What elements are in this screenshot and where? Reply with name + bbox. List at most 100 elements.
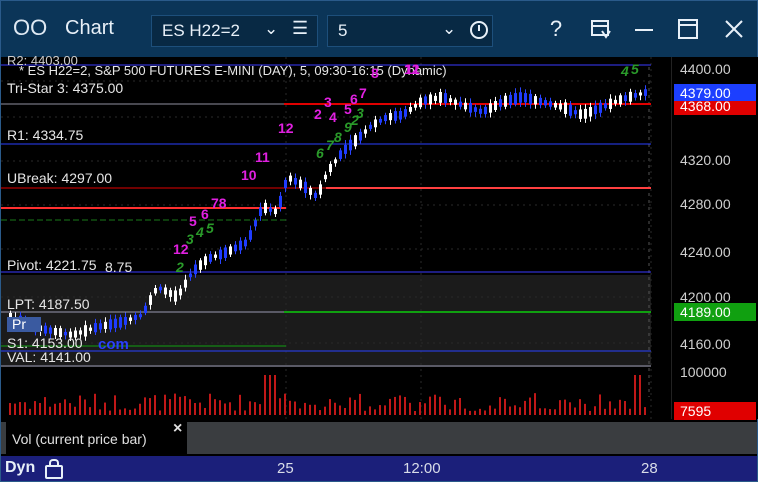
volume-bar	[134, 408, 136, 415]
candle-body	[284, 179, 287, 189]
green-count-marker: 8	[334, 129, 342, 145]
volume-bar	[129, 409, 131, 415]
magenta-count-marker: 11	[255, 149, 270, 165]
magenta-count-marker: 4	[329, 109, 337, 125]
candle-body	[339, 150, 342, 159]
help-icon[interactable]: ?	[541, 15, 571, 43]
volume-bar	[569, 402, 571, 415]
level-label-r1: R1: 4334.75	[7, 127, 84, 143]
volume-bar	[464, 408, 466, 415]
window-title: Chart	[65, 17, 114, 39]
candle-body	[604, 103, 607, 109]
candle-body	[469, 102, 472, 113]
green-count-marker: 5	[631, 61, 639, 77]
price-axis[interactable]: 4400.00 4379.00 4368.00 4320.00 4280.00 …	[671, 57, 758, 420]
volume-bar	[64, 399, 66, 415]
close-icon[interactable]	[719, 15, 749, 43]
volume-bar	[159, 410, 161, 415]
candle-body	[209, 254, 212, 262]
candle-body	[474, 107, 477, 112]
volume-bar	[139, 403, 141, 415]
time-axis[interactable]: Dyn 25 12:00 28	[1, 456, 757, 481]
volume-bar	[629, 408, 631, 415]
chevron-down-icon[interactable]: ⌄	[264, 19, 278, 39]
list-icon[interactable]: ☰	[292, 18, 308, 39]
candle-body	[639, 92, 642, 96]
candle-body	[614, 99, 617, 104]
candle-body	[549, 101, 552, 107]
volume-tick: 100000	[680, 364, 727, 380]
green-count-marker: 3	[356, 105, 364, 121]
chart-window: OO Chart ES H22=2 ⌄ ☰ 5 ⌄ ? Pr com * ES …	[0, 0, 758, 482]
volume-bar	[439, 396, 441, 415]
candle-body	[609, 98, 612, 109]
maximize-icon[interactable]	[673, 15, 703, 43]
volume-bar	[339, 405, 341, 415]
volume-bar	[149, 398, 151, 415]
minimize-icon[interactable]	[629, 15, 659, 43]
candle-body	[164, 287, 167, 295]
volume-bar	[299, 408, 301, 415]
dyn-label[interactable]: Dyn	[5, 459, 35, 477]
time-label: 25	[277, 460, 294, 477]
candle-body	[434, 95, 437, 101]
volume-bar	[644, 407, 646, 415]
volume-bar	[284, 393, 286, 415]
chevron-down-icon[interactable]: ⌄	[442, 19, 456, 39]
candle-body	[384, 115, 387, 122]
candle-body	[629, 91, 632, 102]
candle-body	[109, 319, 112, 330]
candle-body	[334, 159, 337, 164]
price-tick: 4400.00	[680, 61, 731, 77]
candle-body	[79, 330, 82, 335]
volume-bar	[364, 410, 366, 415]
candle-body	[479, 108, 482, 114]
level-label-pivot: Pivot: 4221.75	[7, 257, 97, 273]
volume-bar	[144, 397, 146, 415]
volume-bar	[554, 409, 556, 415]
volume-bar	[244, 410, 246, 415]
candle-body	[599, 102, 602, 113]
volume-bar	[389, 398, 391, 415]
volume-bar	[624, 401, 626, 415]
candle-body	[244, 239, 247, 247]
candle-body	[489, 103, 492, 113]
candle-body	[324, 174, 327, 180]
candle-body	[94, 323, 97, 333]
candle-body	[239, 240, 242, 251]
price-chart[interactable]: Pr com * ES H22=2, S&P 500 FUTURES E-MIN…	[1, 53, 671, 419]
app-logo-icon[interactable]: OO	[13, 15, 47, 41]
candle-body	[214, 254, 217, 258]
candle-body	[569, 104, 572, 116]
candle-body	[199, 260, 202, 270]
candle-body	[529, 93, 532, 105]
candle-body	[504, 95, 507, 107]
volume-bar	[549, 409, 551, 415]
time-label: 28	[641, 460, 658, 477]
candle-body	[104, 321, 107, 329]
chart-header: * ES H22=2, S&P 500 FUTURES E-MINI (DAY)…	[19, 63, 447, 78]
red-price-tag: 4368.00	[674, 101, 756, 115]
time-label: 12:00	[403, 460, 441, 477]
candle-body	[564, 102, 567, 114]
level-label-val: VAL: 4141.00	[7, 349, 91, 365]
symbol-selector[interactable]: ES H22=2 ⌄ ☰	[151, 15, 318, 47]
magenta-count-marker: 12	[404, 61, 420, 77]
clock-icon[interactable]	[470, 21, 488, 39]
volume-bar	[494, 408, 496, 415]
volume-bar	[99, 409, 101, 415]
lock-icon[interactable]	[45, 459, 63, 479]
candle-body	[254, 220, 257, 227]
timeframe-selector[interactable]: 5 ⌄	[327, 15, 493, 47]
volume-bar	[584, 403, 586, 415]
candle-body	[134, 314, 137, 320]
template-icon[interactable]	[586, 15, 616, 43]
candle-body	[144, 305, 147, 314]
candle-body	[309, 187, 312, 195]
candle-body	[304, 181, 307, 194]
volume-bar	[599, 394, 601, 415]
volume-bar	[454, 399, 456, 415]
close-icon[interactable]: ×	[173, 420, 182, 438]
volume-bar	[269, 375, 271, 415]
candle-body	[139, 314, 142, 318]
